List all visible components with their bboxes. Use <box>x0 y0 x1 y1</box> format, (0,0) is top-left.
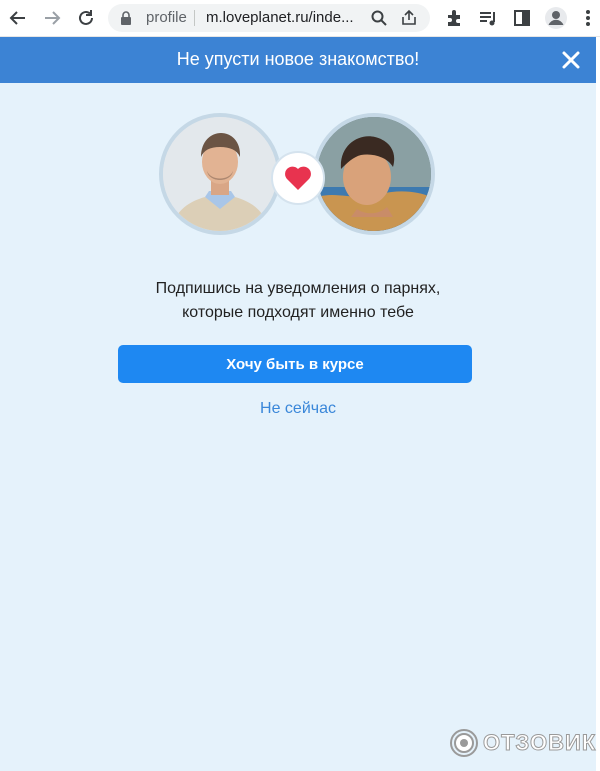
site-label: profile <box>146 9 187 26</box>
subscription-message: Подпишись на уведомления о парнях, котор… <box>98 277 498 325</box>
address-bar[interactable]: profile m.loveplanet.ru/inde... <box>108 4 430 32</box>
subscribe-button[interactable]: Хочу быть в курсе <box>118 345 472 383</box>
profile-icon[interactable] <box>544 6 568 30</box>
browser-toolbar: profile m.loveplanet.ru/inde... <box>0 0 600 37</box>
menu-icon[interactable] <box>576 6 600 30</box>
address-divider <box>194 10 195 26</box>
watermark-logo-icon <box>450 729 478 757</box>
watermark-text: ОТЗОВИК <box>482 730 597 756</box>
close-icon[interactable] <box>560 49 582 71</box>
media-icon[interactable] <box>476 6 500 30</box>
search-icon[interactable] <box>370 9 388 27</box>
back-arrow-icon[interactable] <box>6 6 30 30</box>
notification-banner: Не упусти новое знакомство! <box>0 37 596 83</box>
avatar-boy <box>313 113 435 235</box>
lock-icon <box>121 11 131 25</box>
banner-title: Не упусти новое знакомство! <box>176 49 420 69</box>
heart-icon <box>285 166 311 190</box>
url-text[interactable]: m.loveplanet.ru/inde... <box>206 9 356 26</box>
subtitle-line-1: Подпишись на уведомления о парнях, <box>155 280 441 297</box>
subtitle-line-2: которые подходят именно тебе <box>182 304 414 321</box>
scrollbar[interactable] <box>596 37 600 771</box>
reload-icon[interactable] <box>74 6 98 30</box>
page-content: Не упусти новое знакомство! Подпишись на… <box>0 37 596 771</box>
forward-arrow-icon[interactable] <box>40 6 64 30</box>
sidebar-icon[interactable] <box>510 6 534 30</box>
not-now-link[interactable]: Не сейчас <box>0 400 596 418</box>
avatar-man <box>159 113 281 235</box>
heart-badge <box>271 151 325 205</box>
otzovik-watermark: ОТЗОВИК <box>449 726 596 760</box>
share-icon[interactable] <box>400 9 418 27</box>
extensions-icon[interactable] <box>442 6 466 30</box>
